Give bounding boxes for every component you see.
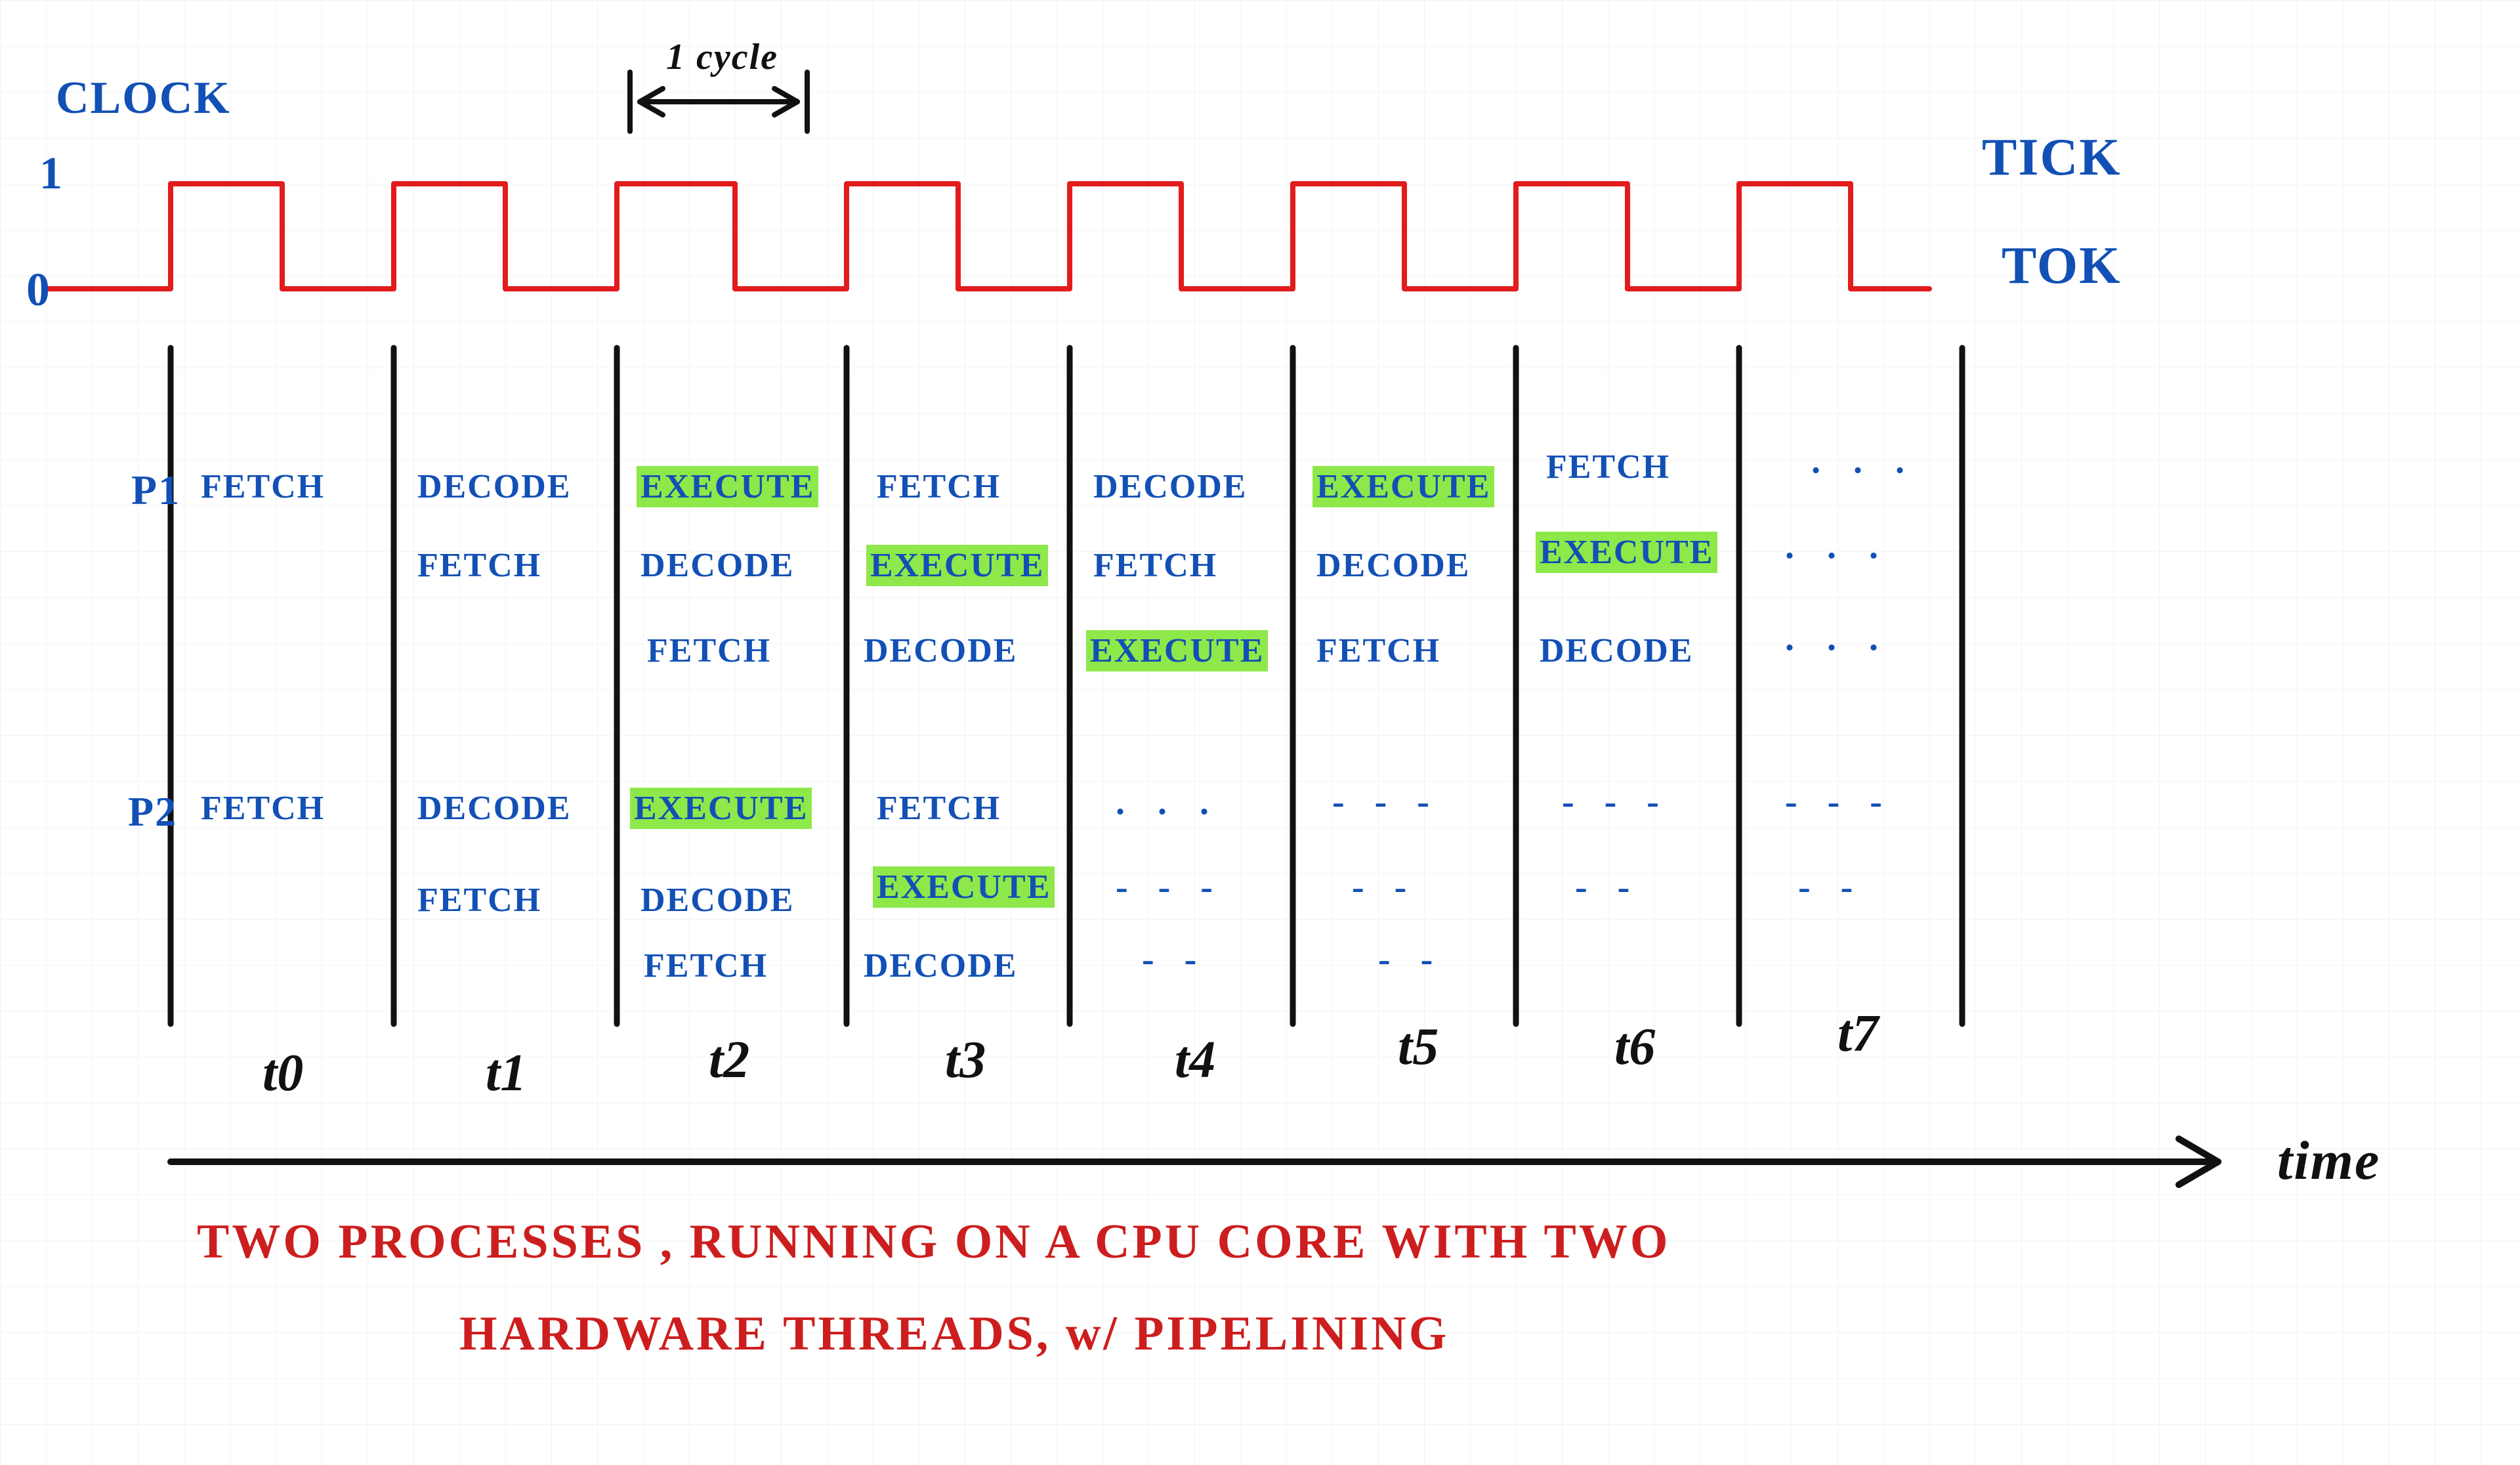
caption-line2: HARDWARE THREADS, w/ PIPELINING bbox=[459, 1306, 1449, 1362]
t3-label: t3 bbox=[945, 1030, 986, 1090]
p2-r2-t3: EXECUTE bbox=[873, 866, 1055, 908]
t2-label: t2 bbox=[709, 1030, 749, 1090]
tok-label: TOK bbox=[2002, 236, 2121, 296]
p2-r1-t4-dots: . . . bbox=[1116, 781, 1221, 823]
p1-r2-t4: FETCH bbox=[1089, 545, 1221, 586]
p1-r1-t1: DECODE bbox=[413, 466, 575, 507]
t0-label: t0 bbox=[262, 1044, 303, 1103]
t4-label: t4 bbox=[1175, 1030, 1215, 1090]
p2-r3-t5-dots: - - bbox=[1378, 939, 1443, 981]
p2-r1-t0: FETCH bbox=[197, 788, 329, 829]
p2-r1-t7-dots: - - - bbox=[1785, 781, 1893, 823]
p1-r3-t3: DECODE bbox=[860, 630, 1021, 671]
p1-r1-t3: FETCH bbox=[873, 466, 1005, 507]
p2-r3-t4-dots: - - bbox=[1142, 939, 1207, 981]
p2-r2-t2: DECODE bbox=[637, 880, 798, 921]
clock-axis-1: 1 bbox=[39, 148, 64, 200]
p1-label: P1 bbox=[131, 466, 180, 515]
time-axis-label: time bbox=[2277, 1129, 2380, 1193]
p1-r2-t7-dots: . . . bbox=[1785, 525, 1890, 567]
caption-line1: TWO PROCESSES , RUNNING ON A CPU CORE WI… bbox=[197, 1214, 1670, 1270]
clock-axis-0: 0 bbox=[26, 263, 51, 317]
p1-r3-t6: DECODE bbox=[1536, 630, 1697, 671]
p1-r2-t1: FETCH bbox=[413, 545, 545, 586]
t5-label: t5 bbox=[1398, 1017, 1438, 1077]
p2-r2-t4-dots: - - - bbox=[1116, 866, 1223, 908]
tick-label: TICK bbox=[1982, 128, 2122, 188]
p1-r2-t6: EXECUTE bbox=[1536, 532, 1717, 573]
p1-r1-t6: FETCH bbox=[1542, 446, 1674, 488]
p1-r3-t4: EXECUTE bbox=[1086, 630, 1268, 671]
t6-label: t6 bbox=[1614, 1017, 1655, 1077]
p1-r3-t2: FETCH bbox=[643, 630, 775, 671]
p2-r2-t1: FETCH bbox=[413, 880, 545, 921]
p1-r1-t4: DECODE bbox=[1089, 466, 1251, 507]
p2-r1-t6-dots: - - - bbox=[1562, 781, 1670, 823]
clock-label: CLOCK bbox=[56, 72, 231, 125]
p2-r1-t1: DECODE bbox=[413, 788, 575, 829]
p1-r3-t7-dots: . . . bbox=[1785, 617, 1890, 659]
p2-r1-t2: EXECUTE bbox=[630, 788, 812, 829]
p2-r2-t6-dots: - - bbox=[1575, 866, 1640, 908]
p1-r2-t3: EXECUTE bbox=[866, 545, 1048, 586]
p2-r1-t3: FETCH bbox=[873, 788, 1005, 829]
t1-label: t1 bbox=[486, 1044, 526, 1103]
p1-r1-t2: EXECUTE bbox=[637, 466, 818, 507]
p1-r2-t2: DECODE bbox=[637, 545, 798, 586]
p2-r1-t5-dots: - - - bbox=[1332, 781, 1440, 823]
p2-label: P2 bbox=[128, 788, 177, 836]
t7-label: t7 bbox=[1838, 1004, 1878, 1064]
p2-r2-t5-dots: - - bbox=[1352, 866, 1417, 908]
p1-r3-t5: FETCH bbox=[1312, 630, 1444, 671]
p1-r1-t7-dots: . . . bbox=[1811, 440, 1916, 482]
p1-r1-t0: FETCH bbox=[197, 466, 329, 507]
p1-r2-t5: DECODE bbox=[1312, 545, 1474, 586]
p2-r3-t2: FETCH bbox=[640, 945, 772, 987]
p1-r1-t5: EXECUTE bbox=[1312, 466, 1494, 507]
p2-r3-t3: DECODE bbox=[860, 945, 1021, 987]
one-cycle-label: 1 cycle bbox=[666, 36, 778, 78]
p2-r2-t7-dots: - - bbox=[1798, 866, 1863, 908]
